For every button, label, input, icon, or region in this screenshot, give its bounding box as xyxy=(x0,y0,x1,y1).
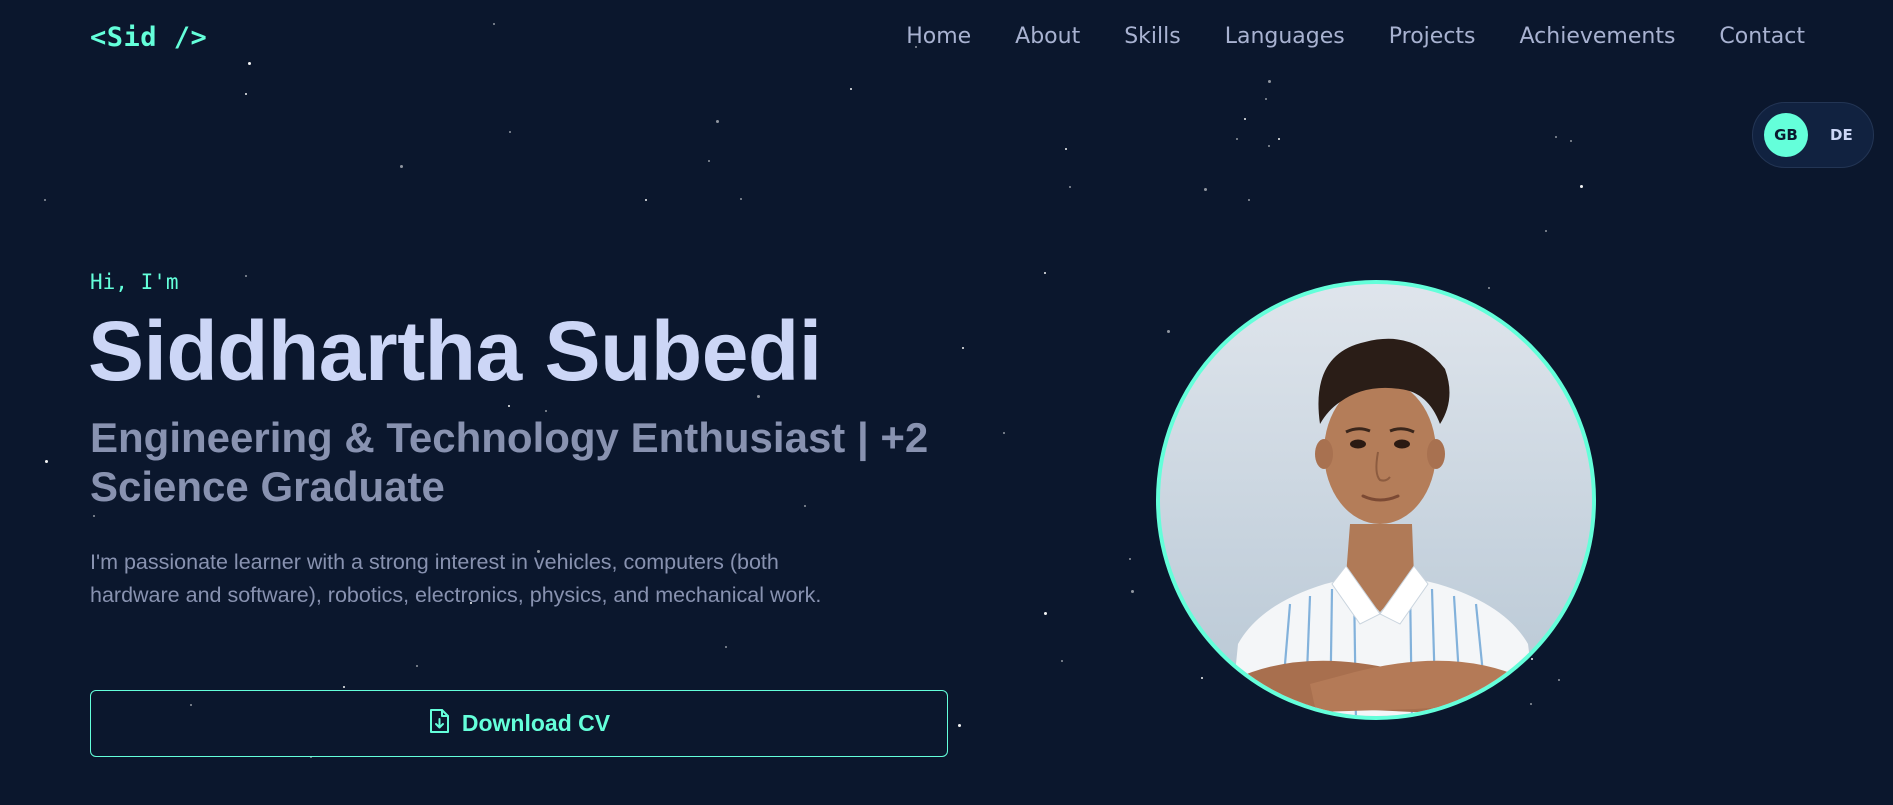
star-dot xyxy=(1129,558,1131,560)
star-dot xyxy=(1167,330,1170,333)
star-dot xyxy=(545,410,547,412)
nav-skills[interactable]: Skills xyxy=(1124,24,1181,49)
nav-projects[interactable]: Projects xyxy=(1389,24,1476,49)
star-dot xyxy=(740,198,742,200)
star-dot xyxy=(1268,80,1271,83)
star-dot xyxy=(850,88,852,90)
star-dot xyxy=(1278,138,1280,140)
lang-option-de[interactable]: DE xyxy=(1830,126,1853,144)
star-dot xyxy=(1558,679,1560,681)
star-dot xyxy=(508,405,510,407)
nav-about[interactable]: About xyxy=(1015,24,1080,49)
lang-option-gb[interactable]: GB xyxy=(1764,113,1808,157)
star-dot xyxy=(716,120,719,123)
download-cv-button[interactable]: Download CV xyxy=(90,690,948,757)
star-dot xyxy=(248,62,251,65)
star-dot xyxy=(1545,230,1547,232)
download-cv-label: Download CV xyxy=(461,710,611,736)
hero-name: Siddhartha Subedi xyxy=(88,304,822,398)
star-dot xyxy=(400,165,403,168)
star-dot xyxy=(1248,199,1250,201)
star-dot xyxy=(93,515,95,517)
nav-languages[interactable]: Languages xyxy=(1225,24,1345,49)
star-dot xyxy=(45,460,48,463)
star-dot xyxy=(245,275,247,277)
star-dot xyxy=(1044,612,1047,615)
star-dot xyxy=(958,724,961,727)
nav-home[interactable]: Home xyxy=(906,24,971,49)
person-portrait-icon xyxy=(1230,338,1537,716)
star-dot xyxy=(708,160,710,162)
star-dot xyxy=(1236,138,1238,140)
hero-description: I'm passionate learner with a strong int… xyxy=(90,550,822,607)
star-dot xyxy=(1065,148,1067,150)
star-dot xyxy=(1555,136,1557,138)
star-dot xyxy=(645,199,647,201)
star-dot xyxy=(725,646,727,648)
star-dot xyxy=(1530,703,1532,705)
hero-greeting: Hi, I'm xyxy=(90,270,179,294)
star-dot xyxy=(1570,140,1572,142)
star-dot xyxy=(44,199,46,201)
star-dot xyxy=(962,347,964,349)
starfield-background xyxy=(0,0,1893,805)
star-dot xyxy=(1531,658,1533,660)
star-dot xyxy=(509,131,511,133)
star-dot xyxy=(1265,98,1267,100)
star-dot xyxy=(1244,118,1246,120)
star-dot xyxy=(1061,660,1063,662)
nav-contact[interactable]: Contact xyxy=(1719,24,1805,49)
main-nav: Home About Skills Languages Projects Ach… xyxy=(906,24,1805,49)
star-dot xyxy=(1268,145,1270,147)
site-logo[interactable]: <Sid /> xyxy=(90,22,207,53)
profile-photo xyxy=(1156,280,1596,720)
star-dot xyxy=(1069,186,1071,188)
star-dot xyxy=(1580,185,1583,188)
star-dot xyxy=(1044,272,1046,274)
star-dot xyxy=(1488,287,1490,289)
nav-achievements[interactable]: Achievements xyxy=(1520,24,1676,49)
star-dot xyxy=(1204,188,1207,191)
star-dot xyxy=(493,23,495,25)
star-dot xyxy=(343,686,345,688)
star-dot xyxy=(1131,590,1134,593)
file-download-icon xyxy=(428,708,450,740)
star-dot xyxy=(1003,432,1005,434)
star-dot xyxy=(1201,677,1203,679)
hero-subtitle: Engineering & Technology Enthusiast | +2… xyxy=(90,414,929,510)
star-dot xyxy=(245,93,247,95)
star-dot xyxy=(416,665,418,667)
language-toggle[interactable]: GB DE xyxy=(1752,102,1874,168)
